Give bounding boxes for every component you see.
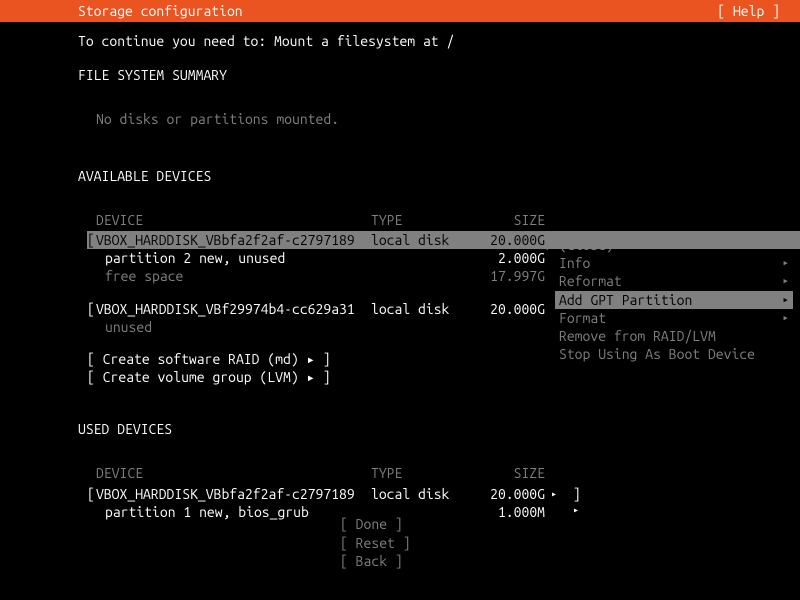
chevron-right-icon: ▸	[782, 256, 789, 270]
footer-buttons: [ Done ] [ Reset ] [ Back ]	[0, 515, 800, 570]
freespace-label: free space	[96, 267, 371, 285]
bracket-icon: [	[87, 485, 96, 503]
bracket-icon: [	[87, 231, 96, 249]
menu-stop-boot-device[interactable]: Stop Using As Boot Device	[555, 345, 793, 363]
available-table-header: DEVICE TYPE SIZE	[96, 211, 800, 229]
instruction-text: To continue you need to: Mount a filesys…	[78, 32, 800, 50]
menu-format[interactable]: Format ▸	[555, 309, 793, 327]
col-size: SIZE	[481, 464, 551, 482]
device-size: 20.000G	[481, 485, 551, 503]
chevron-left-icon: ◂	[541, 237, 549, 255]
device-type: local disk	[371, 300, 481, 318]
bracket-icon: ]	[565, 485, 574, 503]
used-table-header: DEVICE TYPE SIZE	[96, 464, 800, 482]
device-type: local disk	[371, 231, 481, 249]
chevron-right-icon: ▸	[782, 293, 789, 307]
title-bar: Storage configuration [ Help ]	[0, 0, 800, 22]
page-title: Storage configuration	[78, 2, 243, 20]
chevron-right-icon: ▸	[551, 487, 565, 500]
used-device-1[interactable]: [ VBOX_HARDDISK_VBbfa2f2af-c2797189 loca…	[87, 485, 800, 503]
device-name: VBOX_HARDDISK_VBbfa2f2af-c2797189	[96, 485, 371, 503]
available-devices-title: AVAILABLE DEVICES	[78, 167, 800, 185]
create-lvm-button[interactable]: [ Create volume group (LVM) ▸ ]	[87, 368, 800, 386]
bracket-icon: [	[87, 300, 96, 318]
menu-close[interactable]: (close)	[555, 236, 793, 254]
col-device: DEVICE	[96, 464, 371, 482]
col-type: TYPE	[371, 211, 481, 229]
device-status: unused	[96, 318, 371, 336]
device-name: VBOX_HARDDISK_VBf29974b4-cc629a31	[96, 300, 371, 318]
fs-summary-empty: No disks or partitions mounted.	[96, 110, 800, 128]
menu-reformat[interactable]: Reformat ▸	[555, 272, 793, 290]
done-button[interactable]: [ Done ]	[340, 515, 460, 533]
menu-remove-raid-lvm[interactable]: Remove from RAID/LVM	[555, 327, 793, 345]
context-menu: ◂ (close) Info ▸ Reformat ▸ Add GPT Part…	[555, 236, 793, 363]
freespace-size: 17.997G	[481, 267, 551, 285]
help-button[interactable]: [ Help ]	[717, 2, 780, 20]
device-name: VBOX_HARDDISK_VBbfa2f2af-c2797189	[96, 231, 371, 249]
used-devices-title: USED DEVICES	[78, 420, 800, 438]
col-size: SIZE	[481, 211, 551, 229]
partition-label: partition 2 new, unused	[96, 249, 371, 267]
main-content: To continue you need to: Mount a filesys…	[0, 22, 800, 521]
col-type: TYPE	[371, 464, 481, 482]
fs-summary-title: FILE SYSTEM SUMMARY	[78, 66, 800, 84]
menu-add-gpt-partition[interactable]: Add GPT Partition ▸	[555, 291, 793, 309]
back-button[interactable]: [ Back ]	[340, 552, 460, 570]
menu-info[interactable]: Info ▸	[555, 254, 793, 272]
device-size: 20.000G	[481, 300, 551, 318]
device-type: local disk	[371, 485, 481, 503]
col-device: DEVICE	[96, 211, 371, 229]
chevron-right-icon: ▸	[782, 274, 789, 288]
reset-button[interactable]: [ Reset ]	[340, 534, 460, 552]
chevron-right-icon: ▸	[782, 311, 789, 325]
